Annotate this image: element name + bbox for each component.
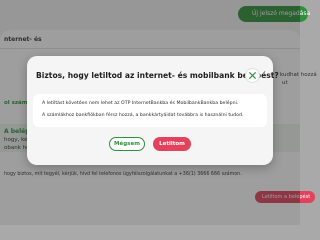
dialog-message: A letiltást követően nem lehet az OTP In…: [42, 101, 239, 106]
close-button[interactable]: [245, 68, 260, 83]
confirm-dialog: Biztos, hogy letiltod az internet- és mo…: [27, 56, 279, 165]
cancel-button[interactable]: Mégsem: [109, 137, 145, 151]
dialog-message: A számlákhoz bankfiókban férsz hozzá, a …: [42, 113, 244, 118]
message-box: A letiltást követően nem lehet az OTP In…: [33, 94, 267, 127]
dialog-title: Biztos, hogy letiltod az internet- és mo…: [36, 71, 279, 80]
confirm-block-button[interactable]: Letiltom: [153, 137, 191, 151]
close-icon: [249, 72, 256, 79]
